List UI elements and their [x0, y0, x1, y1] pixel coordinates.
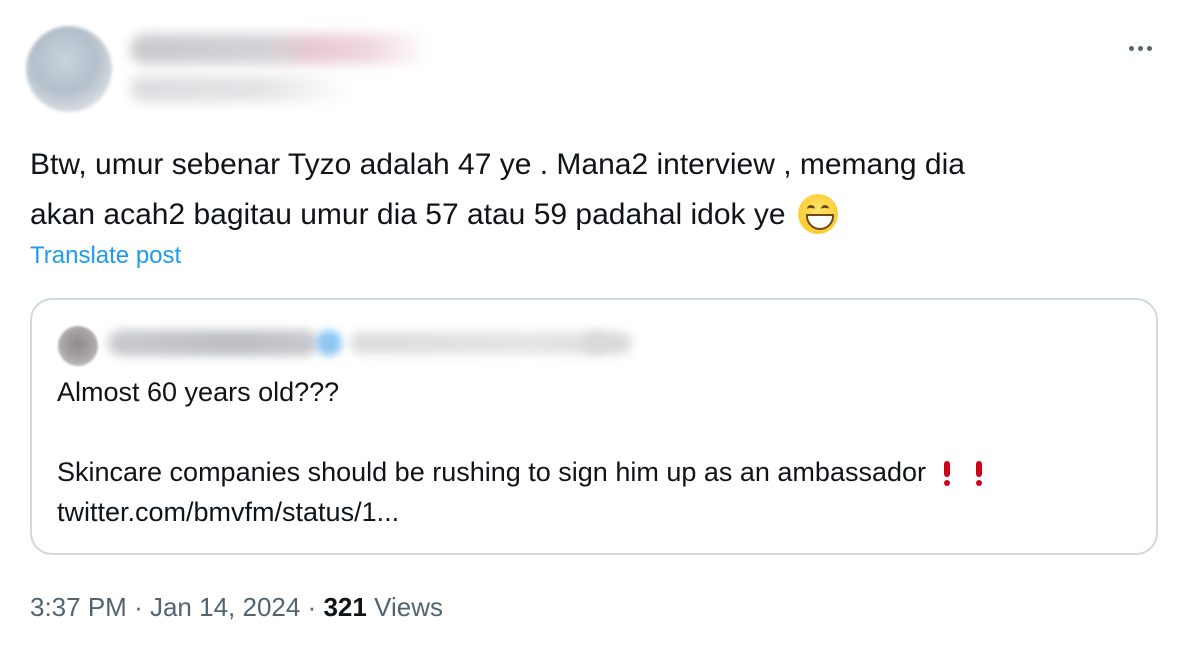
post-text-line: akan acah2 bagitau umur dia 57 atau 59 p… [30, 190, 1150, 240]
quoted-author-name-blurred [108, 330, 318, 356]
post-time-link[interactable]: 3:37 PM · Jan 14, 2024 [30, 592, 300, 622]
post-text-line-content: akan acah2 bagitau umur dia 57 atau 59 p… [30, 198, 786, 231]
post-time: 3:37 PM [30, 592, 127, 622]
quoted-text-blank-line [57, 412, 1137, 452]
author-name-blurred[interactable] [130, 34, 430, 64]
quoted-post-time-blurred [584, 332, 632, 354]
post-date: Jan 14, 2024 [149, 592, 301, 622]
ellipsis-icon [1137, 45, 1143, 51]
quoted-text-line: Skincare companies should be rushing to … [57, 452, 1137, 492]
ellipsis-icon [1128, 45, 1134, 51]
views-count: 321 [323, 592, 367, 622]
translate-post-link[interactable]: Translate post [30, 242, 181, 270]
quoted-text-line: Almost 60 years old??? [57, 377, 340, 407]
quoted-post-text: Almost 60 years old??? Skincare companie… [57, 372, 1137, 532]
meta-separator: · [134, 592, 143, 622]
quoted-text-line-content: Skincare companies should be rushing to … [57, 457, 926, 487]
author-handle-blurred[interactable] [130, 76, 350, 102]
exclamation-mark-icon [944, 461, 950, 486]
quoted-author-avatar[interactable] [58, 326, 98, 366]
quoted-author-handle-blurred [350, 332, 610, 354]
verified-badge-icon [316, 330, 342, 356]
post-text: Btw, umur sebenar Tyzo adalah 47 ye . Ma… [30, 140, 1150, 240]
quoted-post-card[interactable]: Almost 60 years old??? Skincare companie… [30, 298, 1158, 555]
post-meta: 3:37 PM · Jan 14, 2024 · 321 Views [30, 592, 443, 623]
views-label: Views [374, 592, 443, 622]
more-options-button[interactable] [1122, 36, 1158, 60]
grinning-face-emoji-icon [797, 194, 838, 234]
post-text-line: Btw, umur sebenar Tyzo adalah 47 ye . Ma… [30, 148, 965, 181]
exclamation-mark-icon [976, 461, 982, 486]
quoted-link-text: twitter.com/bmvfm/status/1... [57, 497, 400, 527]
meta-separator: · [307, 592, 317, 622]
ellipsis-icon [1146, 45, 1152, 51]
views-link[interactable]: 321 Views [323, 592, 443, 622]
author-avatar[interactable] [26, 26, 112, 112]
